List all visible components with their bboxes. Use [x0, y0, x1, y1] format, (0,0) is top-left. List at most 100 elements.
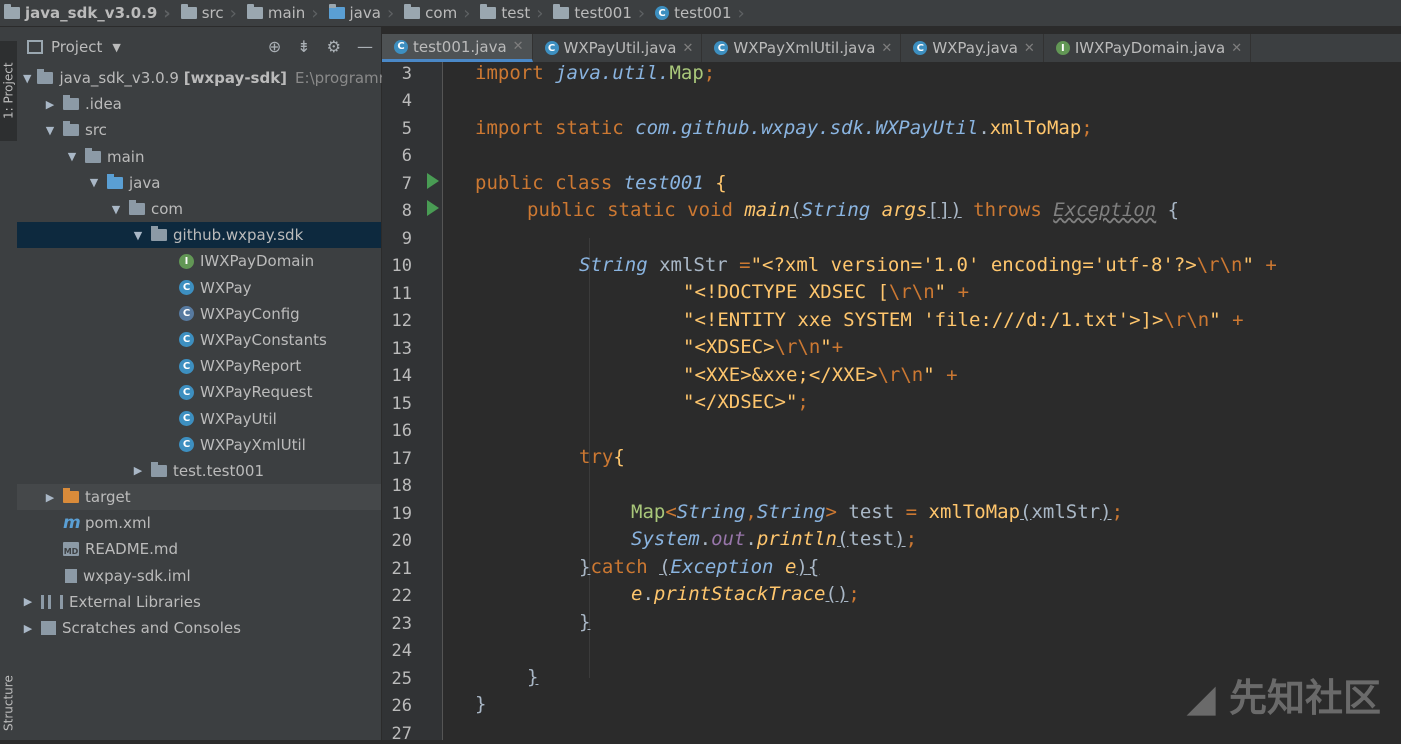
class-icon: C — [179, 437, 194, 453]
tree-item-wxpayrequest[interactable]: C WXPayRequest — [17, 379, 381, 405]
collapse-all-icon[interactable]: ⇟ — [297, 37, 310, 56]
chevron-down-icon[interactable]: ▼ — [43, 124, 57, 137]
gear-icon[interactable]: ⚙ — [327, 37, 341, 56]
tree-item-wxpayutil[interactable]: C WXPayUtil — [17, 405, 381, 431]
line-number: 10 — [391, 256, 412, 276]
breadcrumb-item-com[interactable]: com › — [398, 0, 474, 26]
tab-wxpayxmlutil-java[interactable]: C WXPayXmlUtil.java ✕ — [702, 34, 902, 62]
tree-item-wxpay[interactable]: C WXPay — [17, 275, 381, 301]
code-line: "<!ENTITY xxe SYSTEM 'file:///d:/1.txt'>… — [683, 309, 1244, 331]
breadcrumb-item-test001-class[interactable]: Ctest001 › — [649, 0, 749, 26]
run-icon[interactable] — [427, 200, 439, 216]
tree-item-wxpayconstants[interactable]: C WXPayConstants — [17, 327, 381, 353]
code-line: public static void main(String args[]) t… — [527, 199, 1180, 221]
tree-item-readme-md[interactable]: MD README.md — [17, 536, 381, 562]
chevron-down-icon[interactable]: ▼ — [109, 203, 123, 216]
line-number: 17 — [391, 449, 412, 469]
tree-item-src[interactable]: ▼ src — [17, 117, 381, 143]
class-icon: C — [179, 384, 194, 400]
tree-item-pom-xml[interactable]: m pom.xml — [17, 510, 381, 536]
code-line: } — [579, 611, 591, 633]
abstract-class-icon: C — [179, 306, 194, 322]
code-editor[interactable]: 3 4 5 6 7 8 9 10 11 12 13 14 15 16 17 18… — [382, 62, 1401, 744]
breadcrumb-item-java[interactable]: java › — [323, 0, 399, 26]
code-line: Map<String,String> test = xmlToMap(xmlSt… — [631, 501, 1124, 523]
tree-item-external-libraries[interactable]: ▶ External Libraries — [17, 589, 381, 615]
chevron-right-icon[interactable]: ▶ — [21, 595, 35, 608]
close-icon[interactable]: ✕ — [881, 41, 892, 56]
close-icon[interactable]: ✕ — [1024, 41, 1035, 56]
tab-wxpay-java[interactable]: C WXPay.java ✕ — [901, 34, 1044, 62]
chevron-right-icon[interactable]: ▶ — [21, 622, 35, 635]
tree-item-target[interactable]: ▶ target — [17, 484, 381, 511]
line-number: 15 — [391, 394, 412, 414]
close-icon[interactable]: ✕ — [683, 41, 694, 56]
tab-iwxpaydomain-java[interactable]: I IWXPayDomain.java ✕ — [1044, 34, 1252, 62]
tree-item-test-test001[interactable]: ▶ test.test001 — [17, 458, 381, 484]
hide-icon[interactable]: — — [357, 37, 373, 56]
close-icon[interactable]: ✕ — [513, 39, 524, 54]
line-number: 5 — [401, 119, 412, 139]
chevron-right-icon[interactable]: ▶ — [43, 491, 57, 504]
tree-item-idea[interactable]: ▶ .idea — [17, 91, 381, 117]
line-number: 27 — [391, 724, 412, 744]
code-line: } — [475, 693, 487, 715]
excluded-folder-icon — [63, 488, 79, 504]
code-line: "<XXE>&xxe;</XXE>\r\n" + — [683, 364, 958, 386]
tree-item-scratches[interactable]: ▶ Scratches and Consoles — [17, 615, 381, 641]
line-number: 7 — [401, 174, 412, 194]
tree-item-wxpayxmlutil[interactable]: C WXPayXmlUtil — [17, 432, 381, 458]
tab-structure-tool[interactable]: Structure — [0, 667, 17, 740]
breadcrumb-item-test[interactable]: test › — [474, 0, 547, 26]
chevron-right-icon[interactable]: ▶ — [43, 98, 57, 111]
line-gutter: 3 4 5 6 7 8 9 10 11 12 13 14 15 16 17 18… — [382, 62, 443, 744]
chevron-down-icon[interactable]: ▼ — [23, 72, 31, 85]
chevron-down-icon[interactable]: ▼ — [131, 229, 145, 242]
project-panel-title[interactable]: Project — [51, 38, 102, 56]
code-line: import java.util.Map; — [475, 62, 716, 84]
editor-tabs: Ctest001.java ✕ C WXPayUtil.java ✕ C WXPayXm… — [382, 34, 1401, 63]
breadcrumb-item-test001-pkg[interactable]: test001 › — [547, 0, 649, 26]
tree-item-project-root[interactable]: ▼ java_sdk_v3.0.9 [wxpay-sdk] E:\programme — [17, 65, 403, 91]
breadcrumb-item-project[interactable]: java_sdk_v3.0.9 › — [0, 0, 175, 26]
breadcrumb-item-src[interactable]: src › — [175, 0, 241, 26]
line-number: 21 — [391, 559, 412, 579]
tab-test001-java[interactable]: Ctest001.java ✕ — [382, 34, 533, 62]
folder-icon — [85, 147, 101, 163]
code-line: String xmlStr ="<?xml version='1.0' enco… — [579, 254, 1277, 276]
package-icon — [151, 461, 167, 477]
tree-item-wxpayreport[interactable]: C WXPayReport — [17, 353, 381, 379]
folder-icon — [180, 4, 197, 19]
line-number: 22 — [391, 586, 412, 606]
run-icon[interactable] — [427, 173, 439, 189]
breadcrumb-item-main[interactable]: main › — [241, 0, 323, 26]
tree-item-com[interactable]: ▼ com — [17, 196, 381, 222]
tool-window-strip: 1: Project Structure — [0, 27, 18, 740]
code-area[interactable]: import java.util.Map; import static com.… — [443, 62, 1401, 740]
chevron-right-icon: › — [536, 2, 544, 24]
tree-item-wxpay-sdk-iml[interactable]: wxpay-sdk.iml — [17, 563, 381, 589]
code-line: "<!DOCTYPE XDSEC [\r\n" + — [683, 281, 970, 303]
line-number: 14 — [391, 366, 412, 386]
folder-icon — [63, 121, 79, 137]
chevron-right-icon: › — [737, 2, 745, 24]
close-icon[interactable]: ✕ — [1231, 41, 1242, 56]
tree-item-github-wxpay-sdk[interactable]: ▼ github.wxpay.sdk — [17, 222, 381, 249]
tree-item-java[interactable]: ▼ java — [17, 170, 381, 196]
file-icon — [65, 568, 77, 583]
tab-wxpayutil-java[interactable]: C WXPayUtil.java ✕ — [533, 34, 703, 62]
line-number: 25 — [391, 669, 412, 689]
locate-icon[interactable]: ⊕ — [268, 37, 281, 56]
package-icon — [480, 4, 497, 19]
chevron-down-icon[interactable]: ▼ — [87, 176, 101, 189]
tree-item-wxpayconfig[interactable]: C WXPayConfig — [17, 301, 381, 327]
chevron-down-icon[interactable]: ▼ — [65, 150, 79, 163]
folder-icon — [246, 4, 263, 19]
class-icon: C — [655, 6, 670, 20]
tree-item-iwxpaydomain[interactable]: I IWXPayDomain — [17, 248, 381, 274]
tab-project-tool[interactable]: 1: Project — [0, 41, 17, 141]
chevron-right-icon[interactable]: ▶ — [131, 464, 145, 477]
tree-item-main[interactable]: ▼ main — [17, 144, 381, 170]
caret-down-icon[interactable]: ▼ — [112, 41, 120, 54]
class-icon: C — [179, 280, 194, 296]
